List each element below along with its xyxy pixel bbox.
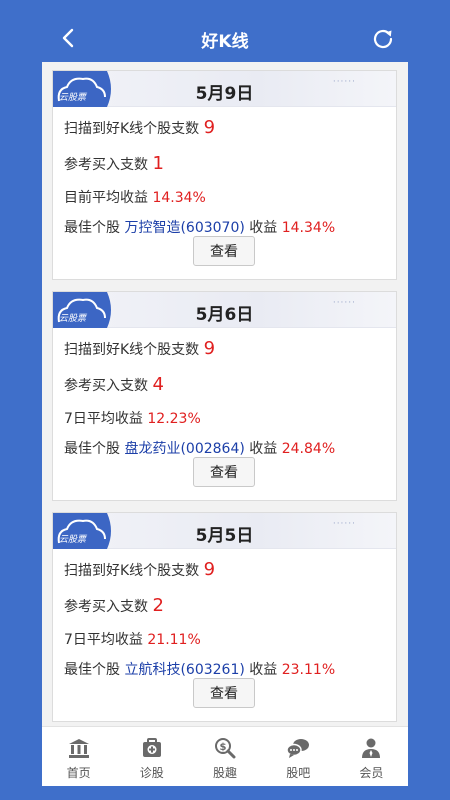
best-return-label: 收益 [249, 441, 278, 457]
best-stock[interactable]: 立航科技(603261) [124, 662, 244, 678]
tab-label: 诊股 [139, 766, 164, 780]
buy-count: 4 [152, 374, 164, 395]
tab-home[interactable]: 首页 [42, 727, 115, 786]
scan-count-row: 扫描到好K线个股支数 9 [64, 559, 215, 580]
bank-icon [67, 736, 91, 760]
view-button[interactable]: 查看 [193, 457, 255, 487]
best-label: 最佳个股 [64, 662, 120, 678]
card-date: 5月9日 [195, 84, 254, 104]
scan-count-row: 扫描到好K线个股支数 9 [64, 117, 215, 138]
tab-forum[interactable]: 股吧 [262, 727, 335, 786]
kline-list[interactable]: 云股票 ······ 5月9日 扫描到好K线个股支数 9 参考买入支数 1 目前… [42, 62, 408, 726]
back-button[interactable] [56, 26, 80, 50]
view-button[interactable]: 查看 [193, 236, 255, 266]
tab-label: 首页 [66, 766, 91, 780]
avg-value: 14.34% [152, 190, 206, 206]
best-label: 最佳个股 [64, 220, 120, 236]
best-stock-row: 最佳个股 盘龙药业(002864) 收益 24.84% [64, 438, 335, 458]
buy-label: 参考买入支数 [64, 157, 148, 173]
card-date: 5月6日 [195, 305, 254, 325]
scan-count: 9 [203, 117, 216, 138]
avg-value: 21.11% [147, 632, 201, 648]
medical-kit-icon [140, 736, 164, 760]
kline-card: 云股票 ······ 5月6日 扫描到好K线个股支数 9 参考买入支数 4 7日… [52, 291, 397, 501]
buy-count-row: 参考买入支数 4 [64, 374, 164, 395]
best-stock-row: 最佳个股 立航科技(603261) 收益 23.11% [64, 659, 335, 679]
buy-count: 2 [152, 595, 164, 616]
scan-count-row: 扫描到好K线个股支数 9 [64, 338, 215, 359]
best-return-label: 收益 [249, 662, 278, 678]
avg-return-row: 7日平均收益 12.23% [64, 408, 201, 428]
tab-label: 股吧 [286, 766, 311, 780]
avg-return-row: 目前平均收益 14.34% [64, 187, 206, 207]
chevron-left-icon [62, 28, 74, 48]
scan-count: 9 [203, 559, 216, 580]
tab-label: 股趣 [213, 766, 238, 780]
card-date: 5月5日 [195, 526, 254, 546]
view-button[interactable]: 查看 [193, 678, 255, 708]
buy-count-row: 参考买入支数 2 [64, 595, 164, 616]
tab-diagnose[interactable]: 诊股 [115, 727, 188, 786]
best-label: 最佳个股 [64, 441, 120, 457]
avg-label: 目前平均收益 [64, 190, 148, 206]
avg-label: 7日平均收益 [64, 632, 143, 648]
card-header: 云股票 ······ 5月5日 [53, 513, 396, 549]
tab-fun[interactable]: $ 股趣 [188, 727, 261, 786]
scan-label: 扫描到好K线个股支数 [64, 121, 200, 137]
tab-member[interactable]: 会员 [335, 727, 408, 786]
buy-label: 参考买入支数 [64, 378, 148, 394]
kline-card: 云股票 ······ 5月5日 扫描到好K线个股支数 9 参考买入支数 2 7日… [52, 512, 397, 722]
bottom-tab-bar: 首页 诊股 $ 股趣 股吧 会员 [42, 726, 408, 786]
scan-label: 扫描到好K线个股支数 [64, 342, 200, 358]
best-return: 23.11% [281, 662, 336, 678]
buy-label: 参考买入支数 [64, 599, 148, 615]
buy-count-row: 参考买入支数 1 [64, 153, 164, 174]
refresh-icon [373, 29, 393, 49]
best-stock[interactable]: 万控智造(603070) [124, 220, 244, 236]
page-title: 好K线 [201, 31, 249, 52]
best-stock-row: 最佳个股 万控智造(603070) 收益 14.34% [64, 217, 335, 237]
user-icon [359, 736, 383, 760]
kline-card: 云股票 ······ 5月9日 扫描到好K线个股支数 9 参考买入支数 1 目前… [52, 70, 397, 280]
card-header: 云股票 ······ 5月6日 [53, 292, 396, 328]
magnifier-dollar-icon: $ [213, 736, 237, 760]
avg-value: 12.23% [147, 411, 201, 427]
refresh-button[interactable] [370, 26, 396, 52]
card-header: 云股票 ······ 5月9日 [53, 71, 396, 107]
chat-bubbles-icon [286, 736, 310, 760]
best-return-label: 收益 [249, 220, 278, 236]
tab-label: 会员 [359, 766, 384, 780]
svg-text:$: $ [220, 742, 227, 753]
best-stock[interactable]: 盘龙药业(002864) [124, 441, 244, 457]
best-return: 14.34% [281, 220, 336, 236]
avg-label: 7日平均收益 [64, 411, 143, 427]
scan-label: 扫描到好K线个股支数 [64, 563, 200, 579]
buy-count: 1 [152, 153, 164, 174]
best-return: 24.84% [281, 441, 336, 457]
scan-count: 9 [203, 338, 216, 359]
avg-return-row: 7日平均收益 21.11% [64, 629, 201, 649]
